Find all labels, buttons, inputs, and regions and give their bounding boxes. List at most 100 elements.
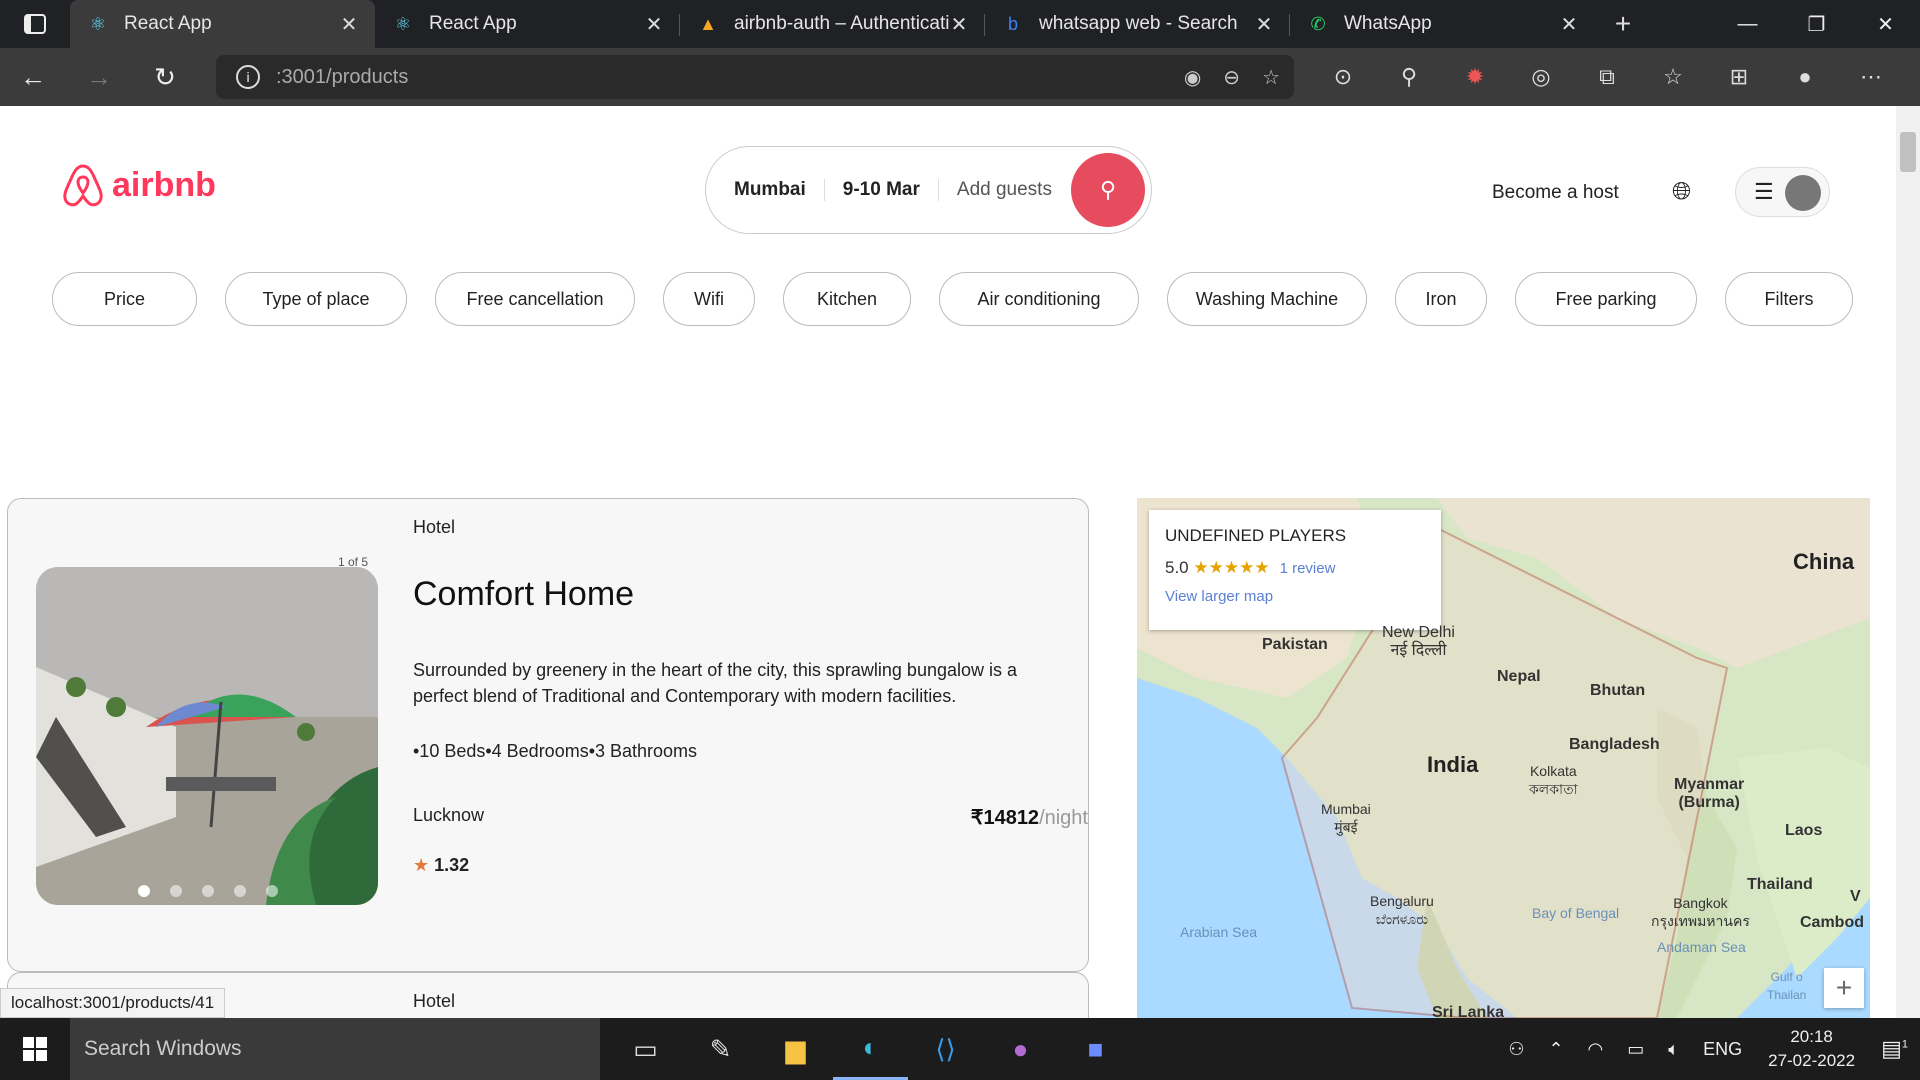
map-view[interactable]: UNDEFINED PLAYERS 5.0 ★★★★★ 1 review View…: [1137, 498, 1870, 1018]
github-desktop-icon[interactable]: ●: [983, 1018, 1058, 1080]
filter-chip[interactable]: Wifi: [663, 272, 755, 326]
windows-taskbar: Search Windows ▭ ✎ ▆ ◐ ⟨⟩ ● ■ ⚇ ⌃ ◠ ▭ 🔈︎…: [0, 1018, 1920, 1080]
map-label: Cambod: [1800, 914, 1864, 931]
show-hidden-icons-icon[interactable]: ⌃: [1536, 1039, 1575, 1060]
map-label: Mumbai मुंबई: [1321, 800, 1371, 836]
filter-chip[interactable]: Price: [52, 272, 197, 326]
collections-icon[interactable]: ⊞: [1706, 64, 1772, 90]
tracking-icon[interactable]: ◉: [1184, 65, 1201, 90]
filter-chip[interactable]: Kitchen: [783, 272, 911, 326]
filter-chip[interactable]: Free cancellation: [435, 272, 635, 326]
browser-tab[interactable]: b whatsapp web - Search ✕: [985, 0, 1290, 48]
hamburger-icon: ☰: [1754, 179, 1774, 204]
listing-type: Hotel: [413, 517, 456, 537]
close-tab-icon[interactable]: ✕: [644, 12, 664, 37]
filter-chip[interactable]: Washing Machine: [1167, 272, 1367, 326]
filter-bar: Price Type of place Free cancellation Wi…: [52, 272, 1853, 326]
close-tab-icon[interactable]: ✕: [339, 12, 359, 37]
map-label: China: [1793, 549, 1855, 574]
close-tab-icon[interactable]: ✕: [1254, 12, 1274, 37]
rating-stars-icon: ★★★★★: [1193, 558, 1270, 577]
close-tab-icon[interactable]: ✕: [949, 12, 969, 37]
wifi-icon[interactable]: ◠: [1576, 1039, 1616, 1060]
filter-chip[interactable]: Iron: [1395, 272, 1487, 326]
user-menu-button[interactable]: ☰: [1735, 167, 1830, 217]
globe-icon[interactable]: 🌐︎: [1672, 178, 1691, 206]
task-view-icon[interactable]: ▭: [608, 1018, 683, 1080]
extension-icon[interactable]: ◎: [1508, 64, 1574, 90]
people-icon[interactable]: ⚇: [1496, 1039, 1536, 1060]
battery-icon[interactable]: ▭: [1615, 1039, 1656, 1060]
browser-tab[interactable]: ▲ airbnb-auth – Authenticati ✕: [680, 0, 985, 48]
browser-tab[interactable]: ⚛ React App ✕: [70, 0, 375, 48]
search-button[interactable]: ⚲: [1071, 153, 1145, 227]
listing-type: Hotel: [413, 991, 456, 1011]
extensions-puzzle-icon[interactable]: ⧉: [1574, 64, 1640, 90]
map-label: Bangladesh: [1569, 736, 1660, 753]
forward-arrow-icon[interactable]: →: [66, 48, 132, 106]
zoom-app-icon[interactable]: ■: [1058, 1018, 1133, 1080]
become-host-link[interactable]: Become a host: [1492, 182, 1619, 204]
map-label: Bay of Bengal: [1532, 905, 1620, 921]
language-indicator[interactable]: ENG: [1691, 1039, 1754, 1060]
close-window-icon[interactable]: ✕: [1851, 0, 1920, 48]
listing-photo[interactable]: [36, 567, 378, 905]
airbnb-logo[interactable]: airbnb: [62, 162, 216, 208]
search-bar[interactable]: Mumbai 9-10 Mar Add guests ⚲: [705, 146, 1152, 234]
listing-title[interactable]: Comfort Home: [413, 575, 634, 614]
map-label: Thailand: [1747, 876, 1813, 893]
more-options-icon[interactable]: ⋯: [1838, 64, 1904, 90]
tab-actions-menu-icon[interactable]: [0, 0, 70, 48]
system-clock[interactable]: 20:18 27-02-2022: [1754, 1025, 1869, 1073]
map-label: Laos: [1785, 822, 1823, 839]
page-scrollbar[interactable]: [1896, 106, 1920, 1018]
site-info-icon[interactable]: i: [236, 65, 260, 89]
volume-icon[interactable]: 🔈︎: [1656, 1039, 1691, 1060]
extension-icon[interactable]: ⊙: [1310, 64, 1376, 90]
link-status-bar: localhost:3001/products/41: [0, 988, 226, 1018]
filter-chip[interactable]: Free parking: [1515, 272, 1697, 326]
listing-price: ₹14812/night: [971, 805, 1088, 830]
browser-tab[interactable]: ✆ WhatsApp ✕: [1290, 0, 1595, 48]
photo-carousel-dots[interactable]: [138, 885, 278, 897]
price-unit: /night: [1039, 807, 1088, 829]
airbnb-logo-icon: [63, 164, 103, 207]
add-favorite-icon[interactable]: ☆: [1262, 65, 1280, 90]
taskbar-search-input[interactable]: Search Windows: [70, 1018, 600, 1080]
refresh-icon[interactable]: ↻: [132, 48, 198, 106]
map-label-text: Kolkata: [1529, 763, 1577, 779]
search-dates[interactable]: 9-10 Mar: [825, 179, 939, 201]
windows-start-icon[interactable]: [0, 1018, 70, 1080]
extension-icon[interactable]: ✹: [1442, 64, 1508, 90]
back-arrow-icon[interactable]: ←: [0, 48, 66, 106]
zoom-in-button[interactable]: +: [1824, 968, 1864, 1008]
star-icon: ★: [413, 855, 430, 875]
extension-search-icon[interactable]: ⚲: [1376, 64, 1442, 90]
edge-browser-icon[interactable]: ◐: [833, 1018, 908, 1080]
map-label-text: नई दिल्ली: [1390, 642, 1447, 659]
favorites-icon[interactable]: ☆: [1640, 64, 1706, 90]
filter-chip[interactable]: Filters: [1725, 272, 1853, 326]
search-guests[interactable]: Add guests: [939, 179, 1070, 201]
browser-tab[interactable]: ⚛ React App ✕: [375, 0, 680, 48]
url-field[interactable]: i localhost:3001/products ◉ ⊖ ☆: [216, 55, 1783, 152]
close-tab-icon[interactable]: ✕: [1559, 12, 1579, 37]
view-larger-map-link[interactable]: View larger map: [1165, 588, 1425, 605]
minimize-icon[interactable]: —: [1713, 0, 1782, 48]
map-label-text: New Delhi: [1382, 624, 1455, 641]
profile-avatar-icon[interactable]: ●: [1772, 64, 1838, 90]
whiteboard-app-icon[interactable]: ✎: [683, 1018, 758, 1080]
notification-center-icon[interactable]: ▤1: [1869, 1036, 1920, 1062]
zoom-out-icon[interactable]: ⊖: [1223, 65, 1240, 90]
listing-card[interactable]: 1 of 5 Hotel Comfort Home Surrounded by …: [7, 498, 1089, 972]
reviews-link[interactable]: 1 review: [1280, 560, 1336, 577]
filter-chip[interactable]: Type of place: [225, 272, 407, 326]
restore-icon[interactable]: ❐: [1782, 0, 1851, 48]
filter-chip[interactable]: Air conditioning: [939, 272, 1139, 326]
file-explorer-icon[interactable]: ▆: [758, 1018, 833, 1080]
page-content: airbnb Mumbai 9-10 Mar Add guests ⚲ Beco…: [0, 106, 1896, 1018]
search-location[interactable]: Mumbai: [734, 179, 825, 201]
new-tab-button[interactable]: +: [1595, 0, 1651, 48]
vscode-icon[interactable]: ⟨⟩: [908, 1018, 983, 1080]
map-label-text: กรุงเทพมหานคร: [1651, 913, 1750, 929]
